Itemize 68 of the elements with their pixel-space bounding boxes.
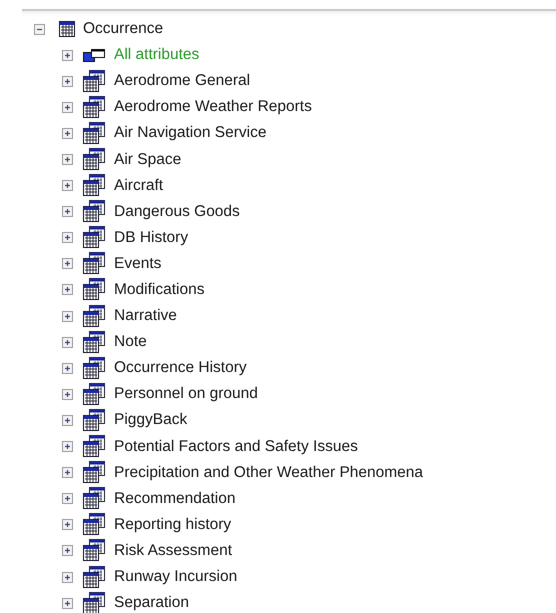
- expand-icon[interactable]: [62, 232, 73, 244]
- tables-icon: [83, 539, 106, 562]
- tables-icon: [83, 148, 106, 172]
- expand-icon[interactable]: [62, 154, 73, 166]
- expand-icon[interactable]: [62, 545, 73, 556]
- expand-icon[interactable]: [62, 493, 73, 504]
- expand-icon[interactable]: [62, 284, 73, 296]
- tree-item[interactable]: Runway Incursion: [114, 568, 238, 586]
- tree-item[interactable]: Events: [114, 254, 162, 273]
- expand-icon[interactable]: [62, 336, 73, 348]
- tree-item[interactable]: Modifications: [114, 280, 204, 299]
- tables-icon: [83, 356, 106, 380]
- collapse-icon[interactable]: [34, 24, 45, 35]
- tree-item[interactable]: Aircraft: [114, 176, 164, 195]
- tables-icon: [83, 513, 106, 536]
- tree-item[interactable]: Occurrence History: [114, 359, 247, 378]
- tree-item[interactable]: Air Space: [114, 150, 182, 169]
- tree-item[interactable]: Note: [114, 333, 147, 352]
- expand-icon[interactable]: [62, 572, 73, 583]
- tables-icon: [83, 70, 106, 93]
- expand-icon[interactable]: [62, 76, 73, 87]
- tables-icon: [83, 278, 106, 302]
- tree-item[interactable]: Reporting history: [114, 516, 232, 534]
- expand-icon[interactable]: [62, 519, 73, 530]
- expand-icon[interactable]: [62, 414, 73, 426]
- expand-icon[interactable]: [62, 206, 73, 218]
- expand-icon[interactable]: [62, 441, 73, 452]
- tree-item[interactable]: Aerodrome General: [114, 72, 250, 90]
- tables-icon: [83, 96, 106, 119]
- tree-item[interactable]: Dangerous Goods: [114, 202, 240, 221]
- tree-item[interactable]: Air Navigation Service: [114, 124, 266, 142]
- expand-icon[interactable]: [62, 362, 73, 374]
- tables-icon: [83, 408, 106, 432]
- expand-icon[interactable]: [62, 50, 73, 61]
- tree-item[interactable]: Separation: [114, 594, 189, 612]
- tree-item[interactable]: DB History: [114, 228, 188, 247]
- tree-item[interactable]: Narrative: [114, 307, 177, 326]
- tables-icon: [83, 200, 106, 224]
- tables-icon: [83, 382, 106, 406]
- expand-icon[interactable]: [62, 310, 73, 322]
- tree-item[interactable]: PiggyBack: [114, 411, 188, 430]
- tree-item[interactable]: Potential Factors and Safety Issues: [114, 438, 358, 456]
- tree-item[interactable]: Precipitation and Other Weather Phenomena: [114, 464, 424, 482]
- tables-icon: [83, 566, 106, 589]
- tables-icon: [83, 487, 106, 510]
- expand-icon[interactable]: [62, 388, 73, 400]
- tree-item[interactable]: All attributes: [114, 46, 200, 64]
- tables-icon: [83, 435, 106, 458]
- tables-icon: [83, 330, 106, 354]
- tables-icon: [83, 226, 106, 250]
- tree-item[interactable]: Personnel on ground: [114, 385, 258, 404]
- tables-icon: [83, 122, 106, 145]
- tables-icon: [83, 304, 106, 328]
- expand-icon[interactable]: [62, 598, 73, 609]
- attributes-icon: [83, 48, 106, 62]
- tables-icon: [83, 252, 106, 276]
- tree-item[interactable]: Recommendation: [114, 490, 236, 508]
- table-icon: [59, 21, 75, 38]
- tree-item[interactable]: Aerodrome Weather Reports: [114, 98, 312, 116]
- expand-icon[interactable]: [62, 467, 73, 478]
- tree-item[interactable]: Risk Assessment: [114, 542, 232, 560]
- expand-icon[interactable]: [62, 180, 73, 192]
- tables-icon: [83, 461, 106, 484]
- tables-icon: [83, 174, 106, 198]
- tree-item[interactable]: Occurrence: [83, 20, 164, 38]
- expand-icon[interactable]: [62, 128, 73, 139]
- expand-icon[interactable]: [62, 258, 73, 270]
- expand-icon[interactable]: [62, 102, 73, 113]
